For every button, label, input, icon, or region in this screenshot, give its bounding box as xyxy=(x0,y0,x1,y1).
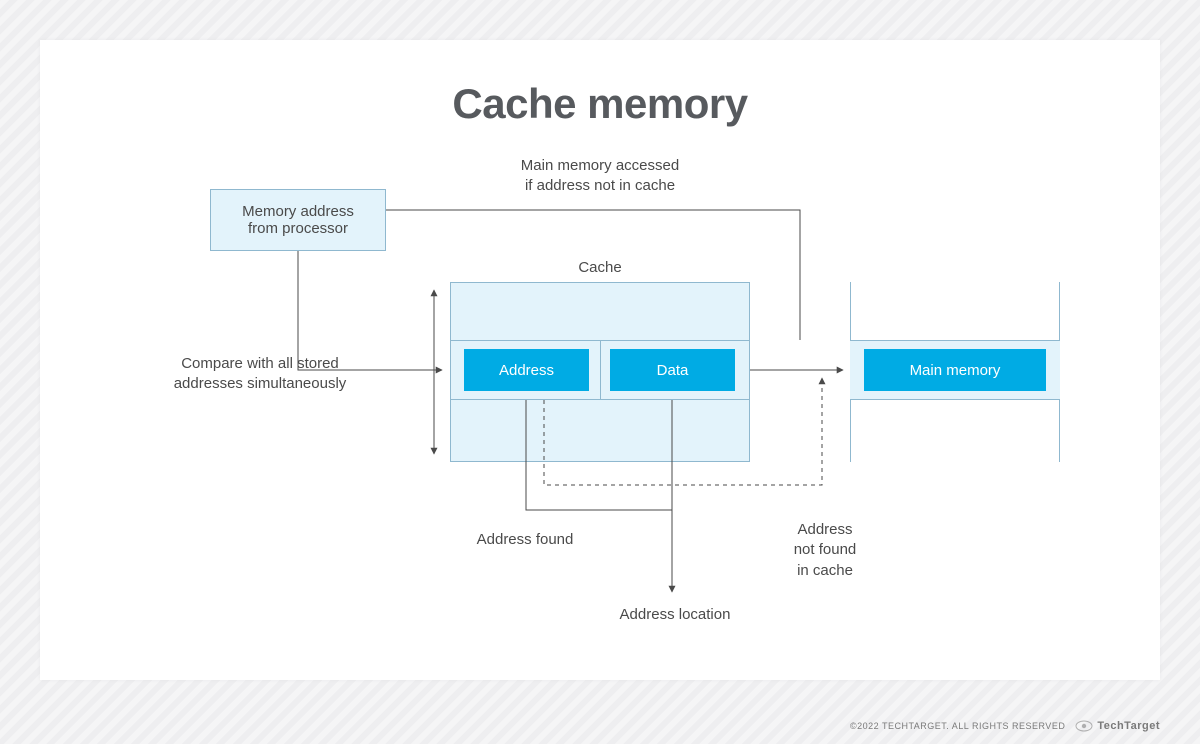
cache-label: Cache xyxy=(450,258,750,278)
processor-address-box: Memory address from processor xyxy=(210,189,386,251)
label-address-found: Address found xyxy=(445,530,605,550)
label-address-not-found: Address not found in cache xyxy=(775,520,875,581)
label-compare-all: Compare with all stored addresses simult… xyxy=(150,354,370,395)
cache-address-block: Address xyxy=(464,349,589,391)
diagram-title: Cache memory xyxy=(40,80,1160,128)
main-memory-block: Main memory xyxy=(864,349,1046,391)
eye-icon xyxy=(1075,720,1093,732)
footer: ©2022 TechTarget. All rights reserved Te… xyxy=(850,720,1160,732)
cache-data-block: Data xyxy=(610,349,735,391)
copyright-text: ©2022 TechTarget. All rights reserved xyxy=(850,721,1065,731)
label-main-memory-accessed: Main memory accessed if address not in c… xyxy=(470,156,730,197)
brand-name: TechTarget xyxy=(1097,720,1160,732)
label-address-location: Address location xyxy=(590,605,760,625)
diagram-canvas: Cache memory Memory address from process… xyxy=(40,40,1160,680)
brand-logo: TechTarget xyxy=(1075,720,1160,732)
